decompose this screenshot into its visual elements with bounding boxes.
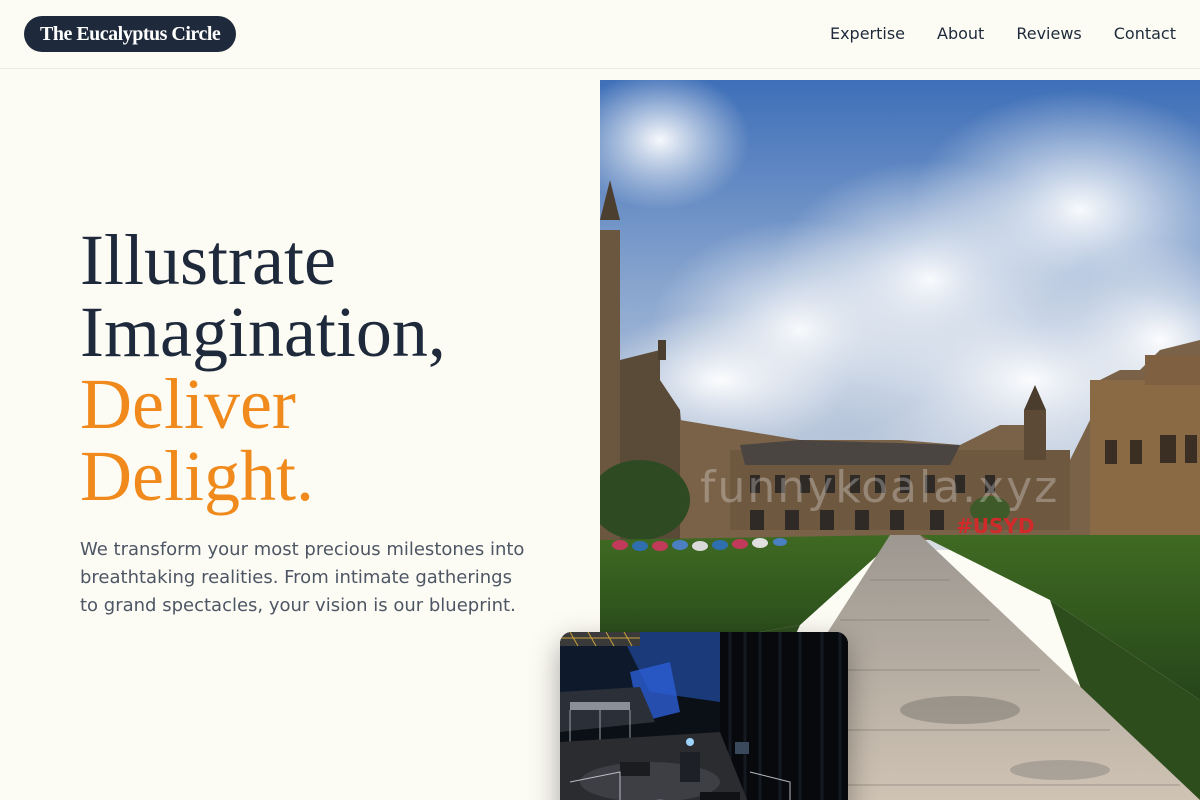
headline-accent-line-1: Deliver xyxy=(80,364,296,444)
nav-link-expertise[interactable]: Expertise xyxy=(830,22,905,46)
headline-line-1: Illustrate xyxy=(80,220,336,300)
nav-link-reviews[interactable]: Reviews xyxy=(1016,22,1081,46)
hero-description: We transform your most precious mileston… xyxy=(80,539,525,616)
photo-watermark: funnykoala.xyz xyxy=(700,462,1060,513)
main-nav: Expertise About Reviews Contact xyxy=(830,22,1176,46)
site-header: The Eucalyptus Circle Expertise About Re… xyxy=(0,0,1200,69)
event-stage-photo xyxy=(560,632,848,800)
hero-headline: Illustrate Imagination, Deliver Delight. xyxy=(80,224,580,512)
nav-link-about[interactable]: About xyxy=(937,22,984,46)
nav-link-contact[interactable]: Contact xyxy=(1114,22,1176,46)
headline-line-2: Imagination, xyxy=(80,292,446,372)
headline-accent-line-2: Delight. xyxy=(80,436,314,516)
usyd-sign: #USYD xyxy=(956,514,1035,538)
brand-logo[interactable]: The Eucalyptus Circle xyxy=(24,16,237,52)
